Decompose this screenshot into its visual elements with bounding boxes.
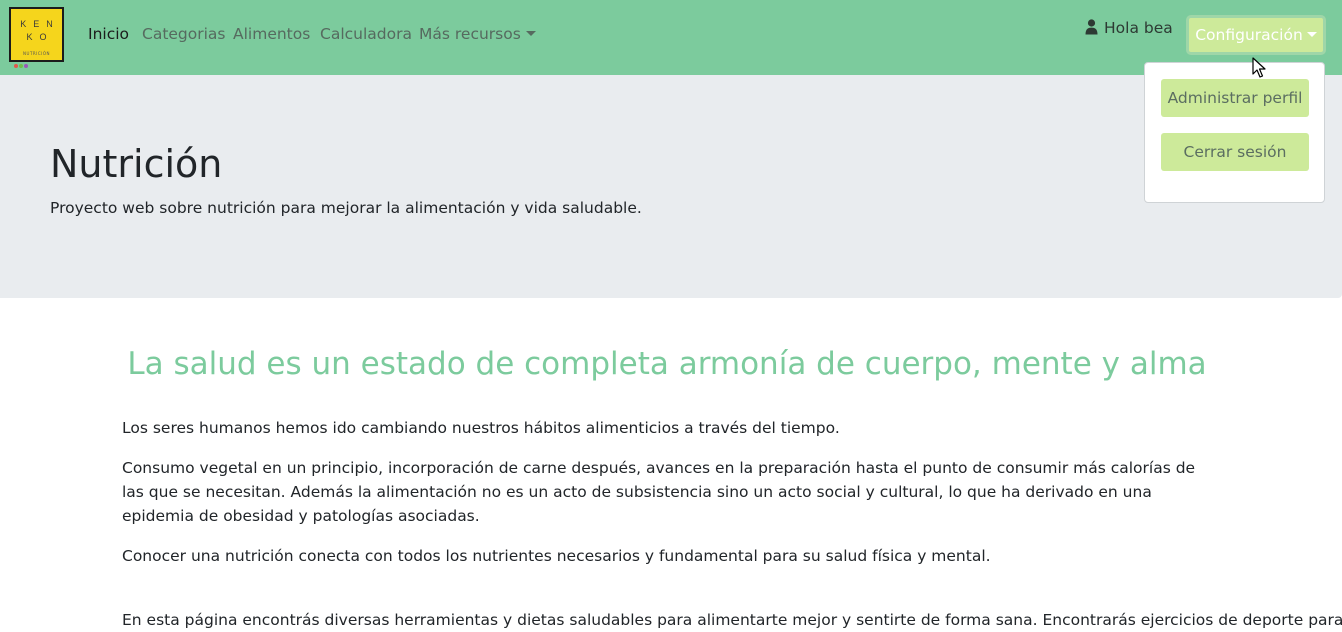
mouse-cursor-icon xyxy=(1252,57,1266,78)
user-icon xyxy=(1085,19,1098,35)
caret-down-icon xyxy=(525,31,536,36)
logout-button[interactable]: Cerrar sesión xyxy=(1161,133,1309,171)
brand-logo[interactable]: KEN KO NUTRICIÓN xyxy=(9,7,64,68)
caret-down-icon xyxy=(1306,32,1317,37)
navbar: KEN KO NUTRICIÓN Inicio Categorias Alime… xyxy=(0,0,1342,75)
paragraph: Conocer una nutrición conecta con todos … xyxy=(122,547,991,565)
jumbotron: Nutrición Proyecto web sobre nutrición p… xyxy=(0,75,1342,298)
main-heading: La salud es un estado de completa armoní… xyxy=(127,346,1207,382)
logo-text-line2: KO xyxy=(26,32,54,42)
configuration-label: Configuración xyxy=(1195,26,1303,44)
nav-dropdown-label: Más recursos xyxy=(419,25,521,43)
page-subtitle: Proyecto web sobre nutrición para mejora… xyxy=(50,199,642,217)
paragraph: Los seres humanos hemos ido cambiando nu… xyxy=(122,419,840,437)
nav-link-categorias[interactable]: Categorias xyxy=(142,25,226,43)
nav-link-alimentos[interactable]: Alimentos xyxy=(233,25,310,43)
paragraph: En esta página encontrás diversas herram… xyxy=(122,611,1342,629)
logo-text-line1: KEN xyxy=(20,19,60,29)
logo-fruit-icon xyxy=(14,53,29,72)
user-greeting: Hola bea xyxy=(1085,19,1173,37)
manage-profile-button[interactable]: Administrar perfil xyxy=(1161,79,1309,117)
page-title: Nutrición xyxy=(50,142,223,186)
nav-link-inicio[interactable]: Inicio xyxy=(88,25,129,43)
nav-dropdown-mas-recursos[interactable]: Más recursos xyxy=(419,25,536,43)
user-greeting-text: Hola bea xyxy=(1104,19,1173,37)
configuration-dropdown-menu: Administrar perfil Cerrar sesión xyxy=(1144,62,1325,203)
configuration-button[interactable]: Configuración xyxy=(1186,15,1326,55)
paragraph: Consumo vegetal en un principio, incorpo… xyxy=(122,459,1196,525)
nav-link-calculadora[interactable]: Calculadora xyxy=(320,25,412,43)
